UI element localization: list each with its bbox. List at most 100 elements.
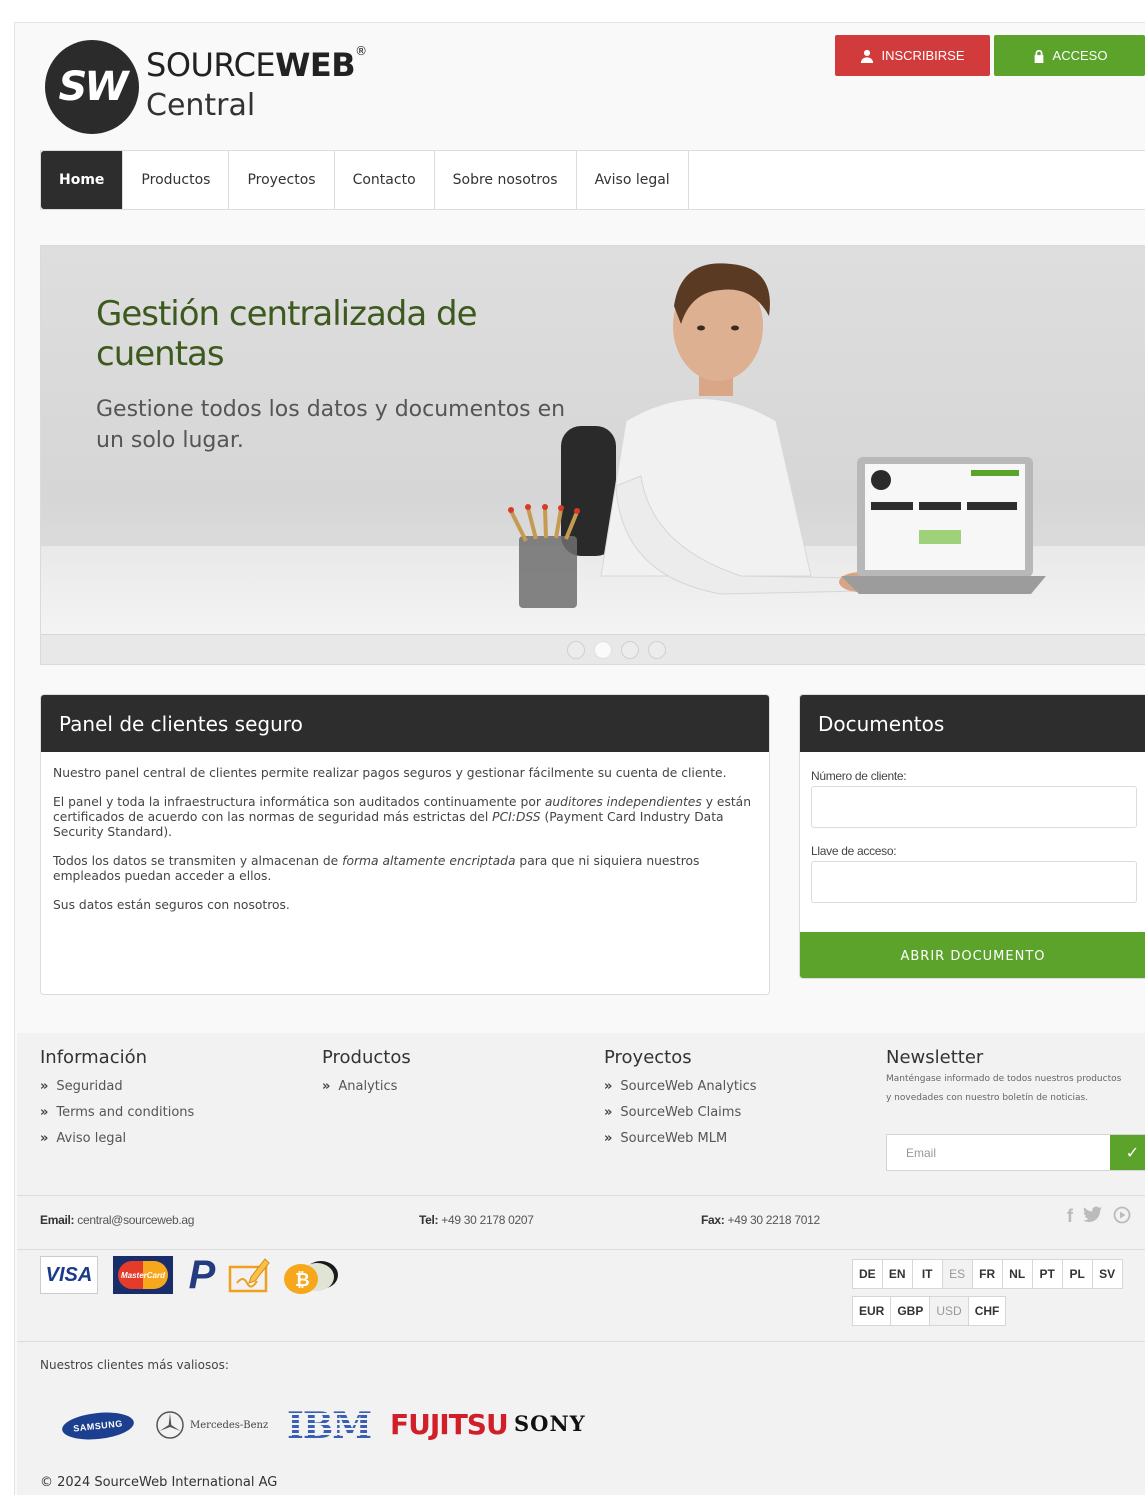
social-links: f [1067,1206,1131,1227]
footer-projects-title: Proyectos [604,1047,692,1068]
lang-pl[interactable]: PL [1062,1259,1093,1289]
customer-number-label: Número de cliente: [811,769,907,783]
lang-en[interactable]: EN [882,1259,913,1289]
visa-logo: VISA [40,1256,98,1294]
footer-projects-column: Proyectos » SourceWeb Analytics » SourceWe… [604,1047,757,1152]
signup-button[interactable]: INSCRIBIRSE [835,35,990,76]
footer-link-terms[interactable]: » Terms and conditions [40,1100,194,1126]
slider-dot-active[interactable] [594,641,612,659]
mastercard-text: MasterCard [120,1270,165,1280]
logo-subtitle: Central [146,88,256,123]
emphasis-pcidss: PCI:DSS [492,810,541,824]
chevron-right-icon: » [40,1079,49,1094]
logo-brand-light: SOURCE [146,46,276,84]
currency-selector: EUR GBP USD CHF [852,1296,1007,1326]
fujitsu-logo: FUJITSU [390,1408,509,1441]
currency-eur[interactable]: EUR [852,1296,892,1326]
login-button[interactable]: ACCESO [994,35,1145,76]
footer-link-label: Analytics [338,1079,398,1094]
customer-number-input[interactable] [811,786,1137,828]
documents-panel-title: Documentos [800,695,1145,752]
lang-nl[interactable]: NL [1002,1259,1033,1289]
play-icon[interactable] [1113,1206,1131,1224]
footer-link-seguridad[interactable]: » Seguridad [40,1074,194,1100]
site-logo[interactable]: SW SOURCEWEB® Central [45,40,367,140]
chevron-right-icon: » [604,1079,613,1094]
facebook-icon[interactable]: f [1067,1206,1073,1227]
text-span: Todos los datos se transmiten y almacena… [53,854,343,868]
footer-divider [17,1195,1145,1196]
lang-it[interactable]: IT [912,1259,943,1289]
nav-item-proyectos[interactable]: Proyectos [229,151,335,209]
footer-link-sourceweb-analytics[interactable]: » SourceWeb Analytics [604,1074,757,1100]
nav-item-aviso-legal[interactable]: Aviso legal [577,151,689,209]
footer-link-sourceweb-mlm[interactable]: » SourceWeb MLM [604,1126,757,1152]
lang-de[interactable]: DE [852,1259,883,1289]
mercedes-star-icon [156,1411,184,1439]
email-value[interactable]: central@sourceweb.ag [77,1213,194,1227]
bitcoin-icon: ₿ [284,1261,338,1294]
cheque-icon [228,1258,270,1293]
lock-icon [1034,49,1043,63]
lang-fr[interactable]: FR [972,1259,1003,1289]
nav-item-sobre-nosotros[interactable]: Sobre nosotros [435,151,577,209]
footer-link-label: SourceWeb Claims [620,1105,742,1120]
samsung-text: SAMSUNG [60,1409,136,1443]
footer-info-column: Información » Seguridad » Terms and condit… [40,1047,194,1152]
chevron-right-icon: » [604,1131,613,1146]
hero-title: Gestión centralizada de cuentas [96,294,478,374]
lang-sv[interactable]: SV [1092,1259,1123,1289]
twitter-icon[interactable] [1083,1206,1103,1224]
footer-info-title: Información [40,1047,148,1068]
nav-item-home[interactable]: Home [41,151,124,209]
copyright: © 2024 SourceWeb International AG [40,1475,278,1490]
nav-item-contacto[interactable]: Contacto [335,151,435,209]
hero-subtitle: Gestione todos los datos y documentos en… [96,397,566,453]
open-document-button[interactable]: ABRIR DOCUMENTO [800,932,1145,978]
footer: Información » Seguridad » Terms and condit… [17,1033,1145,1495]
fax-value: +49 30 2218 7012 [727,1213,821,1227]
registered-mark: ® [355,44,367,58]
chevron-right-icon: » [604,1105,613,1120]
sony-logo: SONY [514,1411,586,1436]
currency-gbp[interactable]: GBP [891,1296,931,1326]
footer-link-label: SourceWeb MLM [620,1131,728,1146]
footer-link-label: Terms and conditions [56,1105,195,1120]
currency-chf[interactable]: CHF [968,1296,1007,1326]
footer-divider [17,1341,1145,1342]
main-nav: Home Productos Proyectos Contacto Sobre … [40,150,1145,210]
footer-link-analytics[interactable]: » Analytics [322,1074,411,1100]
footer-link-aviso-legal[interactable]: » Aviso legal [40,1126,194,1152]
tel-label: Tel: [419,1213,439,1227]
secure-panel-paragraph-4: Sus datos están seguros con nosotros. [53,898,290,912]
footer-phone: Tel: +49 30 2178 0207 [419,1213,534,1227]
access-key-input[interactable] [811,861,1137,903]
nav-item-productos[interactable]: Productos [123,151,230,209]
fujitsu-text: FUJITSU [390,1408,509,1441]
user-icon [861,49,874,63]
ibm-logo: IBM [287,1405,372,1447]
tel-value: +49 30 2178 0207 [441,1213,534,1227]
slider-dot[interactable] [621,641,639,659]
slider-dot[interactable] [648,641,666,659]
footer-products-column: Productos » Analytics [322,1047,411,1100]
secure-panel-paragraph-3: Todos los datos se transmiten y almacena… [53,854,757,884]
svg-text:₿: ₿ [295,1270,310,1291]
samsung-logo: SAMSUNG [60,1409,136,1443]
secure-panel-paragraph-1: Nuestro panel central de clientes permit… [53,766,727,780]
footer-email: Email: central@sourceweb.ag [40,1213,194,1227]
lang-es[interactable]: ES [942,1259,973,1289]
lang-pt[interactable]: PT [1032,1259,1063,1289]
secure-panel-paragraph-2: El panel y toda la infraestructura infor… [53,795,757,840]
newsletter-submit-button[interactable]: ✓ [1110,1135,1145,1170]
language-selector: DE EN IT ES FR NL PT PL SV [852,1259,1123,1289]
footer-link-sourceweb-claims[interactable]: » SourceWeb Claims [604,1100,757,1126]
mercedes-text: Mercedes-Benz [190,1419,269,1431]
newsletter-description: Manténgase informado de todos nuestros p… [886,1074,1122,1103]
clients-label: Nuestros clientes más valiosos: [40,1358,229,1372]
logo-brand: SOURCEWEB® [146,44,367,84]
slider-dot[interactable] [567,641,585,659]
login-label: ACCESO [1052,48,1108,63]
newsletter-email-input[interactable]: Email [887,1135,1110,1170]
currency-usd[interactable]: USD [930,1296,969,1326]
